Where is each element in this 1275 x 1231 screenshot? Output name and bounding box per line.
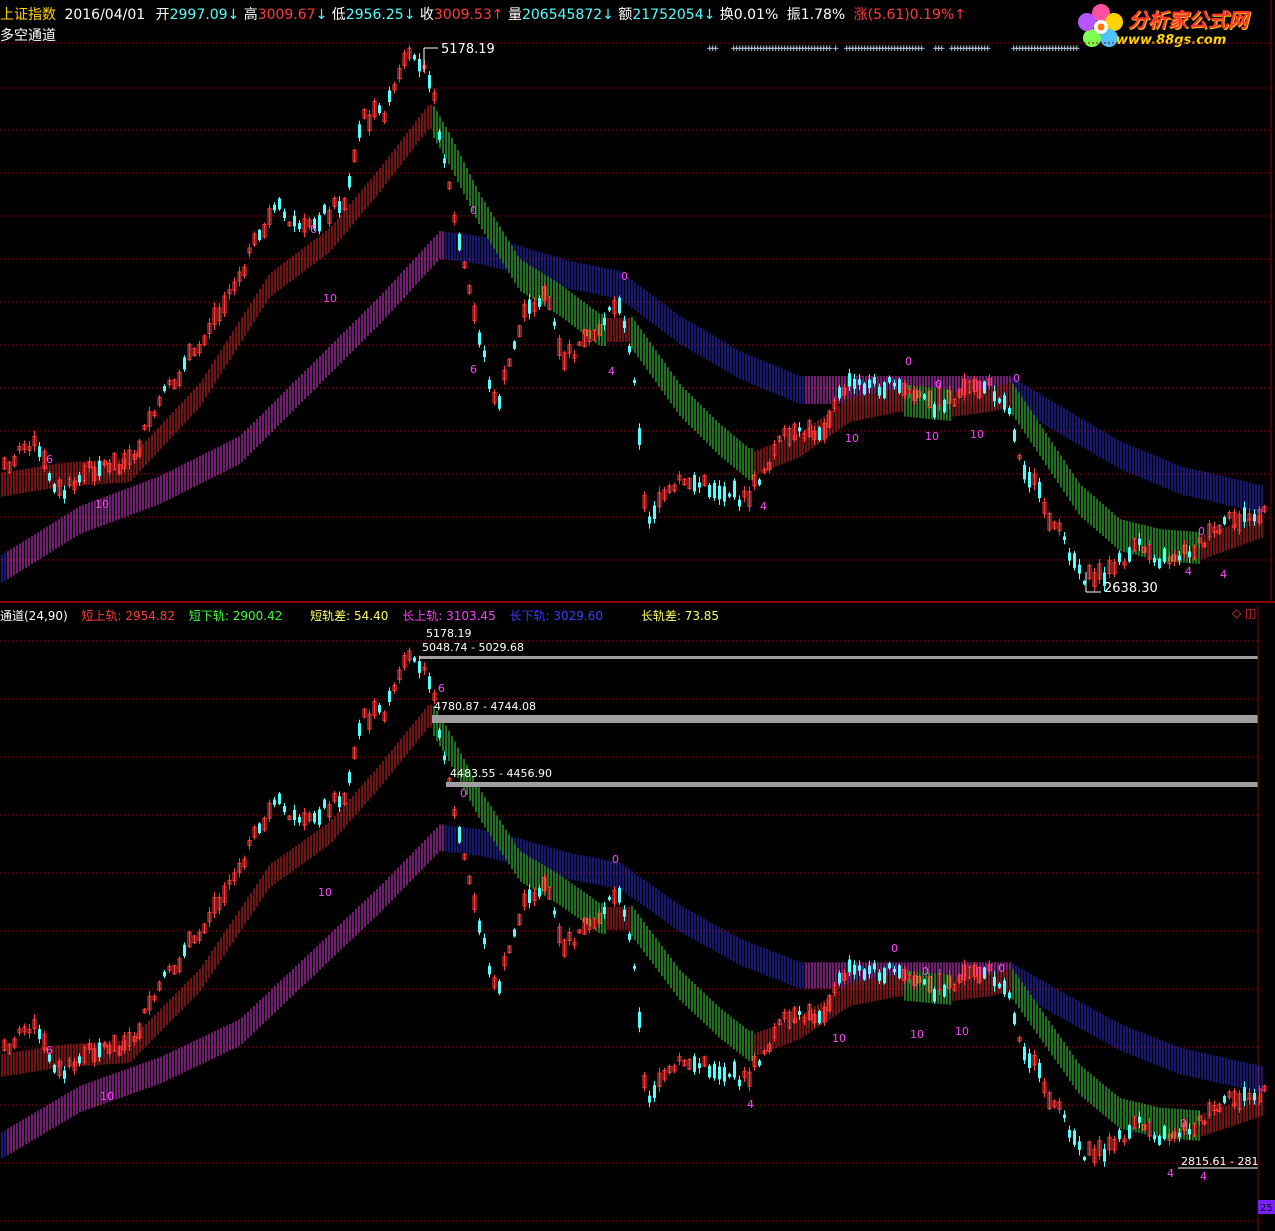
bottom-signal-marker: 4 xyxy=(1200,1170,1207,1183)
top-signal-marker: 4 xyxy=(608,365,615,378)
bottom-signal-marker: 6 xyxy=(46,1044,53,1057)
top-signal-marker: 4 xyxy=(1185,565,1192,578)
zone-label-3: 4483.55 - 4456.90 xyxy=(450,767,552,780)
top-signal-marker: 4 xyxy=(1220,568,1227,581)
top-signal-marker: 10 xyxy=(925,430,939,443)
bottom-signal-marker: 0 xyxy=(612,853,619,866)
signal-markers: +++ ++++++++++++++++++++++++++++++++++ +++… xyxy=(706,44,1081,54)
top-low-callout: 2638.30 xyxy=(1085,572,1158,596)
bottom-signal-marker: 4 xyxy=(1167,1167,1174,1180)
top-low-label: 2638.30 xyxy=(1104,581,1158,596)
zone-line-1 xyxy=(420,656,1258,659)
svg-text:+: + xyxy=(918,44,926,54)
corner-value: 25 xyxy=(1260,1203,1273,1214)
bottom-panel[interactable]: 6 10 6 0 10 0 4 0 0 10 10 10 0 0 4 4 xyxy=(1,647,1267,1183)
right-scale: 25 xyxy=(1257,606,1275,1231)
top-signal-marker: 6 xyxy=(46,453,53,466)
bottom-signal-marker: 10 xyxy=(955,1025,969,1038)
svg-text:+: + xyxy=(832,44,840,54)
top-signal-marker: 10 xyxy=(970,428,984,441)
top-panel[interactable]: 6 10 6 0 10 6 4 0 4 0 0 10 10 10 0 0 4 4 xyxy=(1,44,1267,592)
zone-label-2: 4780.87 - 4744.08 xyxy=(434,700,536,713)
bottom-signal-marker: 10 xyxy=(910,1028,924,1041)
top-signal-marker: 0 xyxy=(470,204,477,217)
svg-text:+: + xyxy=(1073,44,1081,54)
svg-text:+: + xyxy=(938,44,946,54)
bottom-signal-marker: 10 xyxy=(100,1090,114,1103)
zone-line-3 xyxy=(446,782,1258,787)
top-high-callout: 5178.19 xyxy=(423,42,495,72)
svg-text:+: + xyxy=(984,44,992,54)
bottom-signal-marker: 0 xyxy=(998,962,1005,975)
top-signal-marker: 4 xyxy=(760,500,767,513)
top-signal-marker: 10 xyxy=(323,292,337,305)
top-signal-marker: 0 xyxy=(1013,372,1020,385)
bottom-signal-marker: 0 xyxy=(460,787,467,800)
bottom-high-label: 5178.19 xyxy=(426,627,472,640)
bottom-signal-marker: 6 xyxy=(438,682,445,695)
zone-label-1: 5048.74 - 5029.68 xyxy=(422,641,524,654)
top-high-label: 5178.19 xyxy=(441,42,495,57)
top-signal-marker: 6 xyxy=(310,223,317,236)
bottom-low-label: 2815.61 - 281 xyxy=(1181,1155,1258,1168)
bottom-signal-marker: 0 xyxy=(891,942,898,955)
top-signal-marker: 0 xyxy=(935,378,942,391)
price-zones: 5048.74 - 5029.68 4780.87 - 4744.08 4483… xyxy=(420,627,1258,1169)
bottom-signal-marker: 0 xyxy=(1180,1117,1187,1130)
bottom-signal-marker: 4 xyxy=(747,1098,754,1111)
top-signal-marker: 10 xyxy=(95,498,109,511)
top-signal-marker: 6 xyxy=(470,363,477,376)
svg-text:+: + xyxy=(712,44,720,54)
kline-chart: 6 10 6 0 10 6 4 0 4 0 0 10 10 10 0 0 4 4 6 10 6 0 10 0 4 0 0 10 10 1… xyxy=(0,0,1275,1231)
top-signal-marker: 0 xyxy=(1198,525,1205,538)
bottom-signal-marker: 10 xyxy=(832,1032,846,1045)
bottom-signal-marker: 0 xyxy=(922,965,929,978)
zone-line-2 xyxy=(432,715,1258,723)
top-signal-marker: 10 xyxy=(845,432,859,445)
top-signal-marker: 0 xyxy=(905,355,912,368)
top-signal-marker: 0 xyxy=(621,270,628,283)
bottom-signal-marker: 10 xyxy=(318,886,332,899)
